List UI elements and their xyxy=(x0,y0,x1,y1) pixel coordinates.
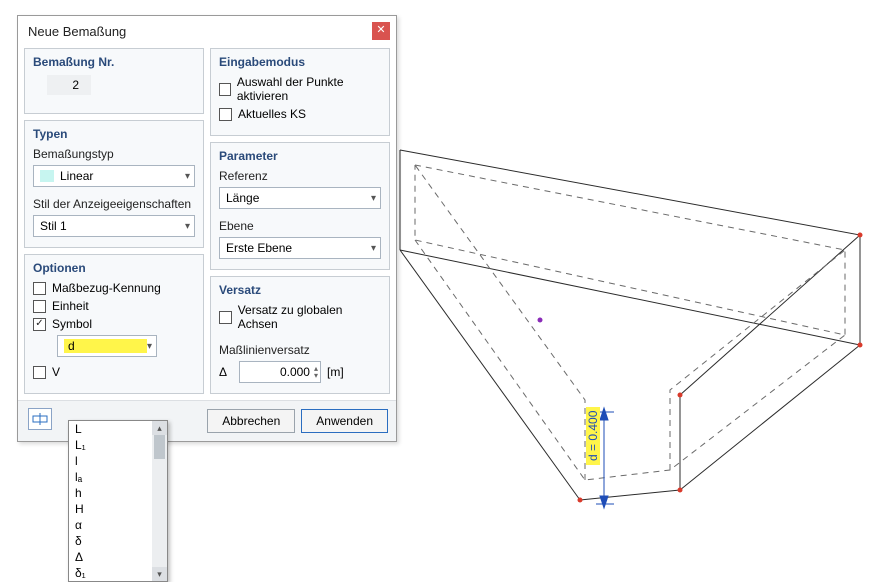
dimension-type-combo[interactable]: Linear ▾ xyxy=(33,165,195,187)
option-pick-points[interactable]: Auswahl der Punkte aktivieren xyxy=(219,75,381,103)
combo-value: Länge xyxy=(226,191,371,205)
group-dimension-number: Bemaßung Nr. xyxy=(24,48,204,114)
dropdown-item[interactable]: L xyxy=(69,421,152,437)
option-current-cs[interactable]: Aktuelles KS xyxy=(219,107,381,121)
spinner-value: 0.000 xyxy=(246,365,314,379)
dropdown-scrollbar[interactable]: ▴ ▾ xyxy=(152,421,167,581)
group-input-mode: Eingabemodus Auswahl der Punkte aktivier… xyxy=(210,48,390,136)
unit-label: [m] xyxy=(327,365,344,379)
option-v[interactable]: V xyxy=(33,365,195,379)
option-label: Aktuelles KS xyxy=(238,107,306,121)
group-offset: Versatz Versatz zu globalen Achsen Maßli… xyxy=(210,276,390,394)
option-unit[interactable]: Einheit xyxy=(33,299,195,313)
dropdown-item[interactable]: lₐ xyxy=(69,469,152,485)
display-style-label: Stil der Anzeigeeigenschaften xyxy=(33,197,195,211)
dimension-number-input[interactable] xyxy=(47,75,91,95)
group-title: Typen xyxy=(33,127,195,141)
plane-label: Ebene xyxy=(219,219,381,233)
option-label: Auswahl der Punkte aktivieren xyxy=(237,75,381,103)
swatch-icon xyxy=(40,170,54,182)
combo-value: d xyxy=(64,339,147,353)
chevron-down-icon: ▾ xyxy=(147,341,152,352)
close-icon: ✕ xyxy=(376,24,385,36)
group-types: Typen Bemaßungstyp Linear ▾ Stil der Anz… xyxy=(24,120,204,248)
dropdown-item[interactable]: α xyxy=(69,517,152,533)
group-title: Bemaßung Nr. xyxy=(33,55,195,69)
combo-value: Linear xyxy=(60,169,185,183)
scroll-up-icon: ▴ xyxy=(152,421,167,435)
option-label: Versatz zu globalen Achsen xyxy=(238,303,381,331)
symbol-combo[interactable]: d ▾ xyxy=(57,335,157,357)
combo-value: Erste Ebene xyxy=(226,241,371,255)
group-title: Parameter xyxy=(219,149,381,163)
option-label: Einheit xyxy=(52,299,89,313)
option-label: Symbol xyxy=(52,317,92,331)
checkbox-icon xyxy=(33,282,46,295)
symbol-dropdown-list[interactable]: LL₁llₐhHαδΔδ₁ ▴ ▾ xyxy=(68,420,168,582)
group-options: Optionen Maßbezug-Kennung Einheit Symbol… xyxy=(24,254,204,394)
group-title: Versatz xyxy=(219,283,381,297)
fit-view-icon xyxy=(32,413,48,425)
scroll-thumb[interactable] xyxy=(154,435,165,459)
spinner-arrows-icon: ▴▾ xyxy=(314,365,318,379)
reference-combo[interactable]: Länge ▾ xyxy=(219,187,381,209)
chevron-down-icon: ▾ xyxy=(185,221,190,232)
dialog-title: Neue Bemaßung xyxy=(28,24,372,39)
apply-button[interactable]: Anwenden xyxy=(301,409,388,433)
option-label: Maßbezug-Kennung xyxy=(52,281,161,295)
dropdown-item[interactable]: l xyxy=(69,453,152,469)
chevron-down-icon: ▾ xyxy=(185,171,190,182)
cancel-button[interactable]: Abbrechen xyxy=(207,409,295,433)
group-title: Optionen xyxy=(33,261,195,275)
offset-label: Maßlinienversatz xyxy=(219,343,381,357)
dropdown-item[interactable]: δ xyxy=(69,533,152,549)
offset-spinner[interactable]: 0.000 ▴▾ xyxy=(239,361,321,383)
titlebar: Neue Bemaßung ✕ xyxy=(18,16,396,46)
checkbox-icon xyxy=(33,300,46,313)
dropdown-item[interactable]: L₁ xyxy=(69,437,152,453)
group-parameter: Parameter Referenz Länge ▾ Ebene Erste E… xyxy=(210,142,390,270)
checkbox-icon xyxy=(219,108,232,121)
checkbox-icon xyxy=(219,311,232,324)
option-global-axes[interactable]: Versatz zu globalen Achsen xyxy=(219,303,381,331)
reference-label: Referenz xyxy=(219,169,381,183)
option-label: V xyxy=(52,365,60,379)
combo-value: Stil 1 xyxy=(40,219,185,233)
dropdown-item[interactable]: h xyxy=(69,485,152,501)
dimension-type-label: Bemaßungstyp xyxy=(33,147,195,161)
display-style-combo[interactable]: Stil 1 ▾ xyxy=(33,215,195,237)
checkbox-icon xyxy=(33,366,46,379)
scroll-down-icon: ▾ xyxy=(152,567,167,581)
dimension-value-label: d = 0.400 xyxy=(586,407,600,465)
delta-symbol: Δ xyxy=(219,365,233,379)
group-title: Eingabemodus xyxy=(219,55,381,69)
close-button[interactable]: ✕ xyxy=(372,22,390,40)
checkbox-icon xyxy=(219,83,231,96)
option-symbol[interactable]: Symbol xyxy=(33,317,195,331)
dropdown-item[interactable]: δ₁ xyxy=(69,565,152,581)
new-dimension-dialog: Neue Bemaßung ✕ Bemaßung Nr. Typen Bemaß… xyxy=(17,15,397,442)
chevron-down-icon: ▾ xyxy=(371,193,376,204)
plane-combo[interactable]: Erste Ebene ▾ xyxy=(219,237,381,259)
fit-view-button[interactable] xyxy=(28,408,52,430)
dropdown-item[interactable]: H xyxy=(69,501,152,517)
dropdown-item[interactable]: Δ xyxy=(69,549,152,565)
chevron-down-icon: ▾ xyxy=(371,243,376,254)
option-reference-mark[interactable]: Maßbezug-Kennung xyxy=(33,281,195,295)
checkbox-icon xyxy=(33,318,46,331)
